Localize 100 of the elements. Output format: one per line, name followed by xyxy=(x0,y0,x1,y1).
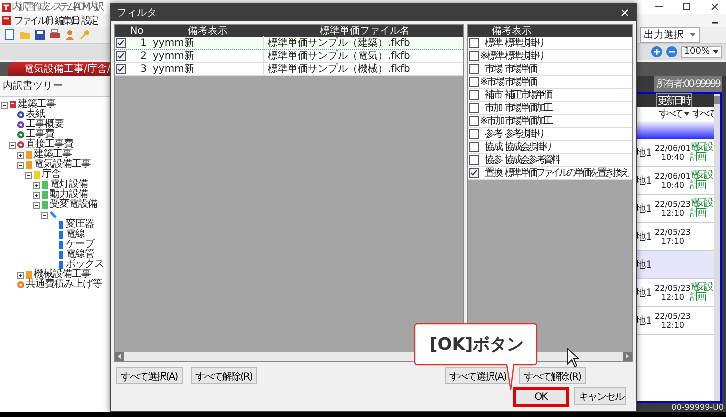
table-cell-text: 協参 xyxy=(484,154,504,167)
table-cell-text: 1 xyxy=(140,38,148,48)
tree-item[interactable]: 工事費 xyxy=(26,130,54,140)
print-icon[interactable] xyxy=(49,29,61,41)
checkbox[interactable] xyxy=(469,77,479,87)
table-cell: 22/05/23 12:10 xyxy=(655,284,691,302)
dialog-title: フィルタ xyxy=(117,6,157,20)
tree-item[interactable]: 建築工事 xyxy=(18,100,56,110)
collapse-icon[interactable] xyxy=(9,142,16,148)
table-row[interactable]: 1 yymm新 標準単価サンプル（建築）.fkfb xyxy=(115,37,463,50)
output-select[interactable]: 出力選択 xyxy=(640,27,700,43)
expand-icon[interactable] xyxy=(17,152,24,158)
tree-item[interactable]: 電気設備工事 xyxy=(34,160,91,170)
zoom-out-icon[interactable] xyxy=(666,46,678,58)
collapse-icon[interactable] xyxy=(1,102,8,108)
collapse-icon[interactable] xyxy=(17,162,24,168)
table-cell-text: 市場単価加工 xyxy=(505,114,553,128)
table-cell-text: 市場単価 xyxy=(505,62,538,76)
table-row[interactable]: 地1 xyxy=(636,251,714,279)
table-row[interactable]: 2 yymm新 標準単価サンプル（電気）.fkfb xyxy=(115,50,463,63)
table-cell-text: 協成 xyxy=(484,140,504,154)
table-row[interactable]: 3 yymm新 標準単価サンプル（機械）.fkfb xyxy=(115,63,463,76)
tree-item[interactable]: 工事概要 xyxy=(26,120,64,130)
collapse-icon[interactable] xyxy=(33,202,40,208)
tree-item[interactable]: 共通費積み上げ等 xyxy=(26,280,102,290)
status-tag: 電気設計画 xyxy=(690,198,716,218)
table-cell-text: 市場 xyxy=(484,62,504,76)
column-header[interactable]: No xyxy=(127,26,151,36)
expand-icon[interactable] xyxy=(33,192,40,198)
table-cell-text: 地1 xyxy=(636,314,654,328)
tree-item[interactable]: 表紙 xyxy=(26,110,45,120)
table-cell-text: 市加 xyxy=(484,102,504,115)
collapse-icon[interactable] xyxy=(41,212,48,218)
tree-item[interactable]: 電線 xyxy=(66,230,85,240)
scroll-left-icon[interactable] xyxy=(115,352,124,361)
ok-button[interactable]: OK xyxy=(513,387,569,407)
expand-icon[interactable] xyxy=(17,272,24,278)
column-header[interactable]: 標準単価ファイル名 xyxy=(263,24,463,38)
new-file-icon[interactable] xyxy=(4,29,16,41)
caret-icon xyxy=(713,50,719,54)
tree-item[interactable]: 電灯設備 xyxy=(50,180,88,190)
dialog-button[interactable]: すべて選択(A) xyxy=(116,367,183,384)
tree-item[interactable]: 機械設備工事 xyxy=(34,270,91,280)
checkbox[interactable] xyxy=(469,51,479,61)
checkbox[interactable] xyxy=(469,168,479,178)
checkbox[interactable] xyxy=(469,103,479,113)
filter-dropdown[interactable]: すべて xyxy=(659,107,690,121)
dialog-button[interactable]: すべて解除(R) xyxy=(519,367,586,384)
table-cell-text: ※市場 xyxy=(480,76,504,89)
status-tag: 電気設計画 xyxy=(690,142,716,162)
menu-item[interactable]: 編集(E) xyxy=(55,14,78,28)
table-cell-text: 標準単価サンプル（機械）.fkfb xyxy=(267,62,412,76)
tree-item[interactable]: 受変電設備 xyxy=(50,200,98,210)
status-text: 00-99999-U0 xyxy=(672,403,724,412)
zoom-select[interactable]: 100% xyxy=(681,46,722,58)
checkbox[interactable] xyxy=(116,51,126,61)
zoom-in-icon[interactable] xyxy=(651,46,664,58)
checkbox[interactable] xyxy=(469,155,479,165)
table-cell-text: 市場単価 xyxy=(505,76,538,89)
checkbox[interactable] xyxy=(469,64,479,74)
tree-item[interactable]: ケーブ xyxy=(66,240,94,250)
checkbox[interactable] xyxy=(469,90,479,100)
checkbox[interactable] xyxy=(116,64,126,74)
tree-item[interactable]: 変圧器 xyxy=(66,220,94,230)
maximize-icon[interactable] xyxy=(682,2,692,12)
checkbox[interactable] xyxy=(116,38,126,48)
scrollbar[interactable] xyxy=(714,94,720,401)
tree-item[interactable]: 庁舎 xyxy=(42,170,61,180)
tree-item[interactable]: 電線管 xyxy=(66,250,94,260)
dialog-button[interactable]: すべて解除(R) xyxy=(190,367,258,384)
table-cell-text: 標準歩掛り xyxy=(505,36,545,50)
tree-item[interactable]: 動力設備 xyxy=(50,190,88,200)
scroll-right-icon[interactable] xyxy=(623,352,632,361)
checkbox[interactable] xyxy=(469,142,479,152)
table-cell-text: 地1 xyxy=(636,230,654,244)
expand-icon[interactable] xyxy=(33,182,40,188)
dialog-button[interactable]: すべて選択(A) xyxy=(444,367,512,384)
checkbox[interactable] xyxy=(469,129,479,139)
menu-item[interactable]: 設定 xyxy=(81,14,97,28)
tree-item[interactable]: ボックス xyxy=(66,260,104,270)
table-cell: 22/05/23 12:10 xyxy=(655,200,691,218)
checkbox[interactable] xyxy=(469,38,479,48)
table-cell-text: 置換 xyxy=(484,166,504,180)
column-header[interactable]: 備考表示 xyxy=(151,24,263,38)
tree-item[interactable]: 建築工事 xyxy=(34,150,72,160)
table-cell-text: 3 xyxy=(140,64,148,74)
table-cell-text: 参考 xyxy=(484,128,504,141)
table-cell-text: 標準単価ファイルの単価を置き換え xyxy=(505,166,630,180)
cancel-button[interactable]: キャンセル xyxy=(574,387,626,405)
menu-item[interactable]: ファイル(F) xyxy=(14,14,52,28)
checkbox[interactable] xyxy=(469,116,479,126)
callout-text: [OK]ボタン xyxy=(430,334,524,356)
table-cell-text: ※標準 xyxy=(480,50,504,63)
table-cell-text: 地1 xyxy=(636,258,654,272)
tree-item[interactable]: 直接工事費 xyxy=(26,140,74,150)
collapse-icon[interactable] xyxy=(25,172,32,178)
save-icon[interactable] xyxy=(34,29,46,41)
close-icon[interactable] xyxy=(710,2,720,12)
table-cell-text: 参考歩掛り xyxy=(505,128,545,141)
table-cell-text: 補正市場単価 xyxy=(505,88,553,102)
